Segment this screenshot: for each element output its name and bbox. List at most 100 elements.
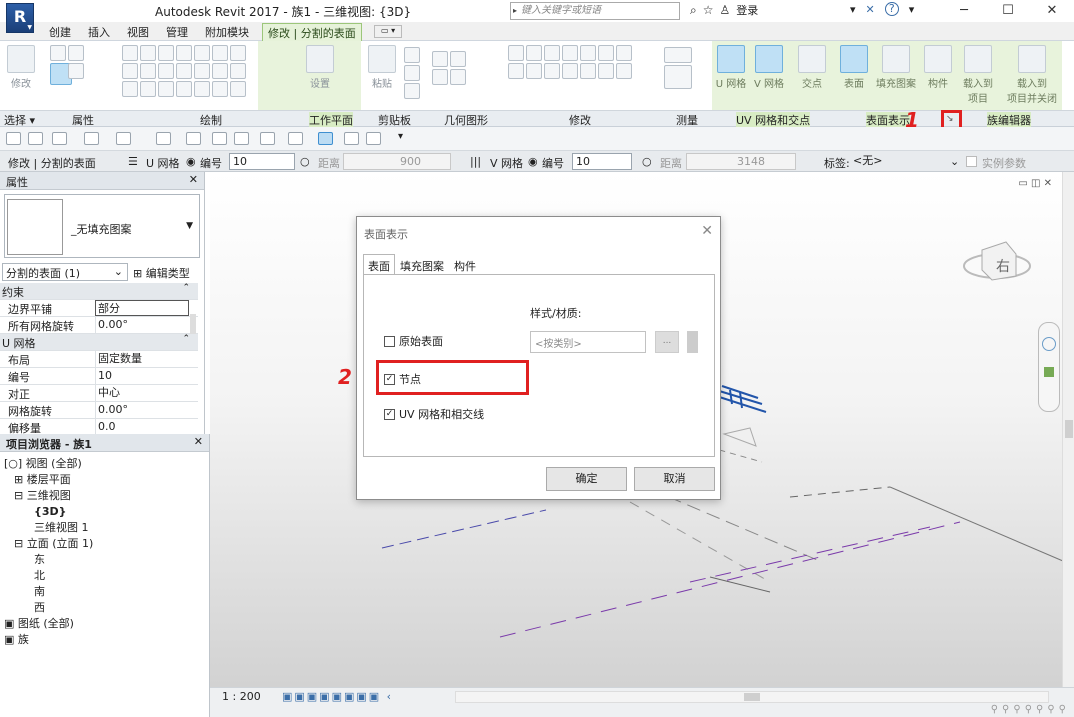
instance-param-checkbox[interactable] (966, 156, 977, 167)
save-icon[interactable] (28, 132, 43, 145)
u-number-input[interactable]: 10 (229, 153, 295, 170)
binoculars-icon[interactable]: ⌕ (690, 3, 697, 18)
viewport-vertical-scrollbar[interactable] (1062, 172, 1074, 687)
fill-pattern-button[interactable]: 填充图案 (874, 45, 918, 90)
paste-button[interactable]: 粘贴 (366, 45, 398, 90)
match-icon[interactable] (404, 83, 420, 99)
aligned-dim-icon[interactable] (186, 132, 201, 145)
copy-element-icon[interactable] (580, 45, 596, 61)
ok-button[interactable]: 确定 (546, 467, 627, 491)
tab-manage[interactable]: 管理 (166, 24, 188, 40)
copy-icon[interactable] (404, 65, 420, 81)
property-value[interactable]: 中心 (95, 385, 189, 401)
view-cube[interactable]: 右 (962, 232, 1032, 282)
star-icon[interactable]: ☆ (703, 3, 714, 17)
section-icon[interactable] (288, 132, 303, 145)
pin-icon[interactable] (580, 63, 596, 79)
qat-customize-icon[interactable]: ▾ (398, 131, 403, 142)
draw-arc5-icon[interactable] (194, 63, 210, 79)
draw-arc2-icon[interactable] (140, 63, 156, 79)
cut-geometry-icon[interactable] (450, 51, 466, 67)
dropdown-icon[interactable]: ▾ (850, 3, 856, 16)
u-distance-radio[interactable]: ○ (300, 155, 310, 168)
dimension-icon[interactable] (664, 65, 692, 89)
steering-wheel-icon[interactable] (1042, 337, 1056, 351)
close-icon[interactable]: ✕ (701, 223, 713, 239)
tab-insert[interactable]: 插入 (88, 24, 110, 40)
material-input[interactable]: <按类别> (530, 331, 646, 353)
text-icon[interactable] (234, 132, 249, 145)
tree-item[interactable]: 南 (4, 584, 93, 600)
property-group[interactable]: U 网格 ⌃ (0, 334, 198, 351)
autodesk-exchange-icon[interactable]: ✕ (866, 3, 875, 16)
draw-arc4-icon[interactable] (176, 63, 192, 79)
scale-icon[interactable] (562, 63, 578, 79)
close-hidden-icon[interactable] (344, 132, 359, 145)
draw-arc-icon[interactable] (212, 45, 228, 61)
u-grid-button[interactable]: U 网格 (715, 45, 747, 90)
draw-more-icon[interactable] (230, 63, 246, 79)
draw-expand-icon[interactable] (230, 81, 246, 97)
viewport-horizontal-scrollbar[interactable] (455, 691, 1049, 703)
mirror-axis-icon[interactable] (526, 45, 542, 61)
draw-fillet-icon[interactable] (176, 81, 192, 97)
tree-item[interactable]: 三维视图 1 (4, 520, 93, 536)
draw-pick-icon[interactable] (212, 63, 228, 79)
material-extra-button[interactable] (687, 331, 698, 353)
tree-item[interactable]: {3D} (4, 504, 93, 520)
thin-lines-icon[interactable] (318, 132, 333, 145)
u-distance-input[interactable]: 900 (343, 153, 451, 170)
redo-icon[interactable] (116, 132, 131, 145)
draw-dot-icon[interactable] (212, 81, 228, 97)
split-icon[interactable] (526, 63, 542, 79)
chevron-down-icon[interactable]: ⌄ (950, 155, 959, 168)
component-button[interactable]: 构件 (922, 45, 954, 90)
tree-item[interactable]: ⊞ 楼层平面 (4, 472, 93, 488)
tab-modify-divided-surface[interactable]: 修改 | 分割的表面 (262, 23, 362, 41)
u-number-radio[interactable]: ◉ (186, 155, 196, 168)
v-number-input[interactable]: 10 (572, 153, 632, 170)
family-types-icon[interactable] (68, 45, 84, 61)
draw-polygon-icon[interactable] (176, 45, 192, 61)
load-close-button[interactable]: 载入到 项目并关闭 (1006, 45, 1058, 105)
load-into-project-button[interactable]: 载入到 项目 (960, 45, 996, 105)
application-menu-button[interactable]: R ▼ (6, 3, 34, 33)
tab-view[interactable]: 视图 (127, 24, 149, 40)
draw-point-icon[interactable] (194, 81, 210, 97)
view-scale[interactable]: 1 : 200 (222, 690, 261, 703)
draw-spline2-icon[interactable] (140, 81, 156, 97)
uv-grid-option[interactable]: ✓ UV 网格和相交线 (384, 406, 484, 422)
tree-item[interactable]: ⊟ 立面 (立面 1) (4, 536, 93, 552)
tab-overflow-button[interactable]: ▭ ▾ (374, 25, 403, 38)
property-value[interactable]: 0.00° (95, 402, 189, 418)
property-value[interactable]: 10 (95, 368, 189, 384)
original-surface-option[interactable]: 原始表面 (384, 333, 443, 349)
v-number-radio[interactable]: ◉ (528, 155, 538, 168)
edit-type-button[interactable]: ⊞ 编辑类型 (133, 265, 190, 281)
type-properties-icon[interactable] (50, 45, 66, 61)
align-icon[interactable] (508, 45, 524, 61)
tab-component[interactable]: 构件 (449, 254, 481, 275)
move-icon[interactable] (562, 45, 578, 61)
measure-qat-icon[interactable] (156, 132, 171, 145)
uv-grid-checkbox[interactable]: ✓ (384, 408, 395, 420)
tab-surface[interactable]: 表面 (363, 254, 395, 276)
scroll-thumb[interactable] (744, 693, 760, 701)
maximize-button[interactable]: ☐ (986, 0, 1030, 22)
v-grid-button[interactable]: V 网格 (753, 45, 785, 90)
login-button[interactable]: 登录 (736, 2, 758, 18)
tab-fill-pattern[interactable]: 填充图案 (395, 254, 449, 275)
sync-icon[interactable] (52, 132, 67, 145)
tree-item[interactable]: 东 (4, 552, 93, 568)
collapse-icon[interactable]: ⌃ (182, 334, 190, 344)
tree-item[interactable]: ▣ 图纸 (全部) (4, 616, 93, 632)
material-browse-button[interactable]: ... (655, 331, 679, 353)
user-icon[interactable]: ♙ (720, 3, 731, 17)
undo-icon[interactable] (84, 132, 99, 145)
draw-arc3-icon[interactable] (158, 63, 174, 79)
tree-item[interactable]: ▣ 族 (4, 632, 93, 648)
tree-item[interactable]: 西 (4, 600, 93, 616)
minimize-button[interactable]: ─ (942, 0, 986, 22)
mirror-draw-icon[interactable] (544, 45, 560, 61)
v-distance-radio[interactable]: ○ (642, 155, 652, 168)
